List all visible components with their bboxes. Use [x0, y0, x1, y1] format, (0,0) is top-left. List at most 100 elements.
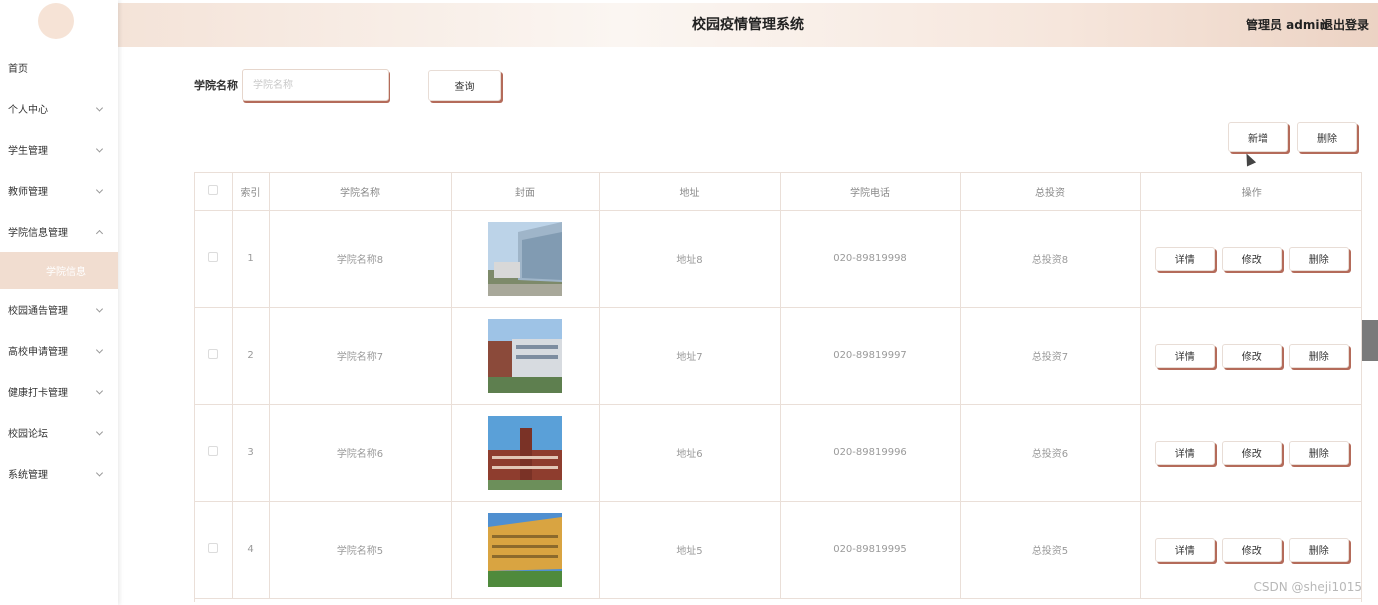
row-phone: 020-89819995: [780, 501, 961, 599]
chevron-down-icon: [95, 185, 104, 194]
sidebar: 首页 个人中心 学生管理 教师管理 学院信息管理 学院信息 校园通告管理 高校申…: [0, 0, 118, 605]
app-title: 校园疫情管理系统: [692, 17, 804, 33]
row-investment: 总投资6: [960, 404, 1141, 502]
row-index: 3: [232, 404, 270, 502]
column-header-phone: 学院电话: [780, 173, 961, 211]
detail-button[interactable]: 详情: [1154, 440, 1215, 465]
row-index: 1: [232, 210, 270, 308]
row-address: 地址5: [599, 501, 781, 599]
sidebar-item-student-management[interactable]: 学生管理: [0, 129, 118, 170]
row-phone: 020-89819996: [780, 404, 961, 502]
delete-button[interactable]: 删除: [1288, 440, 1349, 465]
row-index: 4: [232, 501, 270, 599]
chevron-down-icon: [95, 386, 104, 395]
sidebar-subitem-label: 学院信息: [46, 267, 86, 278]
sidebar-item-college-info-management[interactable]: 学院信息管理: [0, 211, 118, 252]
column-header-address: 地址: [599, 173, 781, 211]
sidebar-item-label: 校园论坛: [8, 429, 48, 440]
sidebar-item-campus-notice-management[interactable]: 校园通告管理: [0, 289, 118, 330]
row-checkbox[interactable]: [208, 446, 219, 456]
side-drawer-toggle[interactable]: [1362, 320, 1378, 361]
detail-button[interactable]: 详情: [1154, 246, 1215, 271]
row-college-name: 学院名称7: [269, 307, 452, 405]
sidebar-item-health-checkin-management[interactable]: 健康打卡管理: [0, 371, 118, 412]
batch-delete-button[interactable]: 删除: [1297, 122, 1357, 152]
add-button[interactable]: 新增: [1228, 122, 1288, 152]
chevron-up-icon: [95, 229, 104, 237]
edit-button[interactable]: 修改: [1221, 440, 1282, 465]
row-investment: 总投资5: [960, 501, 1141, 599]
row-college-name: 学院名称8: [269, 210, 452, 308]
sidebar-item-personal-center[interactable]: 个人中心: [0, 88, 118, 129]
column-header-name: 学院名称: [269, 173, 452, 211]
table-row: 2 学院名称7 地址7 020-89819997 总投资7 详情 修改 删除: [195, 307, 1361, 405]
sidebar-item-label: 高校申请管理: [8, 347, 68, 358]
chevron-down-icon: [95, 103, 104, 112]
sidebar-item-campus-forum[interactable]: 校园论坛: [0, 412, 118, 453]
edit-button[interactable]: 修改: [1221, 537, 1282, 562]
row-checkbox[interactable]: [208, 349, 219, 359]
row-phone: 020-89819998: [780, 210, 961, 308]
select-all-checkbox[interactable]: [208, 184, 219, 195]
row-college-name: 学院名称5: [269, 501, 452, 599]
row-address: 地址7: [599, 307, 781, 405]
row-investment: 总投资7: [960, 307, 1141, 405]
table-row: 3 学院名称6 地址6 020-89819996 总投资6 详情 修改 删除: [195, 404, 1361, 502]
logo-avatar: [38, 3, 74, 39]
sidebar-item-label: 校园通告管理: [8, 306, 68, 317]
edit-button[interactable]: 修改: [1221, 343, 1282, 368]
chevron-down-icon: [95, 427, 104, 436]
app: 首页 个人中心 学生管理 教师管理 学院信息管理 学院信息 校园通告管理 高校申…: [0, 0, 1378, 605]
table-row: 4 学院名称5 地址5 020-89819995 总投资5 详情 修改 删除: [195, 501, 1361, 599]
row-address: 地址8: [599, 210, 781, 308]
sidebar-item-label: 健康打卡管理: [8, 388, 68, 399]
watermark: CSDN @sheji1015: [1253, 580, 1362, 594]
college-cover-image: [488, 512, 562, 587]
column-header-cover: 封面: [451, 173, 600, 211]
sidebar-item-label: 学院信息管理: [8, 228, 68, 239]
college-name-search-input[interactable]: [242, 69, 389, 101]
chevron-down-icon: [95, 144, 104, 153]
sidebar-item-home[interactable]: 首页: [0, 47, 118, 88]
chevron-down-icon: [95, 345, 104, 354]
mouse-cursor-icon: [1241, 151, 1257, 167]
column-header-actions: 操作: [1140, 173, 1361, 211]
column-header-index: 索引: [232, 173, 270, 211]
sidebar-item-teacher-management[interactable]: 教师管理: [0, 170, 118, 211]
delete-button[interactable]: 删除: [1288, 246, 1349, 271]
row-index: 2: [232, 307, 270, 405]
edit-button[interactable]: 修改: [1221, 246, 1282, 271]
sidebar-item-system-management[interactable]: 系统管理: [0, 453, 118, 494]
row-college-name: 学院名称6: [269, 404, 452, 502]
college-table: 索引 学院名称 封面 地址 学院电话 总投资 操作 1 学院名称8 地址8 02…: [194, 172, 1362, 602]
delete-button[interactable]: 删除: [1288, 343, 1349, 368]
sidebar-subitem-college-info[interactable]: 学院信息: [0, 252, 118, 289]
sidebar-item-label: 系统管理: [8, 470, 48, 481]
sidebar-item-application-management[interactable]: 高校申请管理: [0, 330, 118, 371]
sidebar-item-label: 教师管理: [8, 187, 48, 198]
detail-button[interactable]: 详情: [1154, 537, 1215, 562]
table-row: 1 学院名称8 地址8 020-89819998 总投资8 详情 修改 删除: [195, 210, 1361, 308]
row-investment: 总投资8: [960, 210, 1141, 308]
row-checkbox[interactable]: [208, 252, 219, 262]
query-button[interactable]: 查询: [428, 70, 501, 101]
select-all-cell: [195, 173, 233, 211]
search-label: 学院名称: [194, 79, 238, 92]
college-cover-image: [488, 221, 562, 296]
college-cover-image: [488, 318, 562, 393]
detail-button[interactable]: 详情: [1154, 343, 1215, 368]
sidebar-item-label: 个人中心: [8, 105, 48, 116]
row-checkbox[interactable]: [208, 543, 219, 553]
sidebar-item-label: 首页: [8, 64, 28, 75]
delete-button[interactable]: 删除: [1288, 537, 1349, 562]
row-address: 地址6: [599, 404, 781, 502]
current-user: 管理员 admin: [1245, 18, 1328, 32]
table-header-row: 索引 学院名称 封面 地址 学院电话 总投资 操作: [195, 173, 1361, 211]
chevron-down-icon: [95, 304, 104, 313]
college-cover-image: [488, 415, 562, 490]
sidebar-item-label: 学生管理: [8, 146, 48, 157]
row-phone: 020-89819997: [780, 307, 961, 405]
top-header: 校园疫情管理系统 管理员 admin 退出登录: [118, 3, 1378, 47]
sidebar-nav: 首页 个人中心 学生管理 教师管理 学院信息管理 学院信息 校园通告管理 高校申…: [0, 47, 118, 494]
logout-button[interactable]: 退出登录: [1321, 16, 1369, 33]
